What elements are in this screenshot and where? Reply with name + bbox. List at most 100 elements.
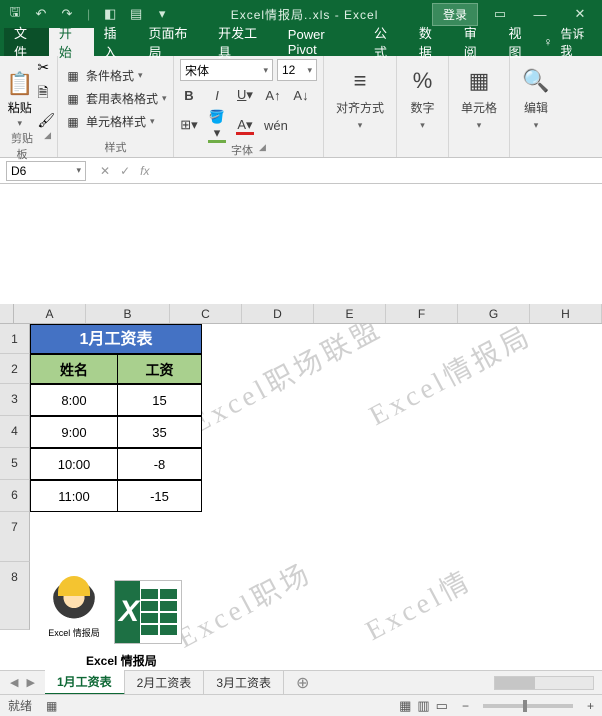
new-icon[interactable]: ▤ — [127, 5, 145, 23]
tab-layout[interactable]: 页面布局 — [138, 28, 208, 56]
fx-icon[interactable]: fx — [140, 164, 149, 178]
data-cell[interactable]: 11:00 — [30, 480, 118, 512]
group-number: % 数字 ▾ — [397, 56, 449, 157]
data-cell[interactable]: 15 — [117, 384, 202, 416]
chevron-down-icon: ▾ — [17, 118, 22, 129]
border-button[interactable]: ⊞▾ — [180, 117, 198, 133]
font-name-select[interactable]: 宋体▾ — [180, 59, 273, 81]
zoom-slider[interactable] — [483, 704, 573, 708]
alignment-button[interactable]: ≡ 对齐方式 ▾ — [330, 59, 390, 131]
new-sheet-button[interactable]: ⊕ — [284, 673, 321, 693]
row-header[interactable]: 7 — [0, 512, 30, 562]
close-icon[interactable]: ✕ — [562, 2, 598, 26]
row-header[interactable]: 3 — [0, 384, 30, 416]
zoom-in-button[interactable]: + — [587, 699, 594, 713]
tab-developer[interactable]: 开发工具 — [208, 28, 278, 56]
italic-button[interactable]: I — [208, 88, 226, 103]
cells-grid[interactable]: 1月工资表 姓名 工资 8:00 15 9:00 35 10:00 -8 11:… — [30, 324, 602, 672]
sheet-tab-3[interactable]: 3月工资表 — [204, 671, 284, 694]
format-painter-icon[interactable]: 🖌 — [37, 112, 55, 129]
horizontal-scrollbar[interactable] — [321, 676, 602, 690]
data-cell[interactable]: 9:00 — [30, 416, 118, 448]
tab-insert[interactable]: 插入 — [94, 28, 139, 56]
number-button[interactable]: % 数字 ▾ — [403, 59, 442, 131]
page-break-icon[interactable]: ▭ — [436, 698, 448, 714]
tab-home[interactable]: 开始 — [49, 28, 94, 56]
row-header[interactable]: 8 — [0, 562, 30, 630]
data-cell[interactable]: 8:00 — [30, 384, 118, 416]
save-icon[interactable]: 🖫 — [6, 5, 24, 23]
underline-button[interactable]: U▾ — [236, 87, 254, 103]
cancel-formula-icon[interactable]: ✕ — [100, 164, 110, 178]
bold-button[interactable]: B — [180, 88, 198, 103]
status-bar: 就绪 ▦ ▦ ▥ ▭ − + — [0, 694, 602, 716]
page-layout-icon[interactable]: ▥ — [417, 698, 429, 714]
cut-icon[interactable]: ✂ — [37, 59, 55, 76]
cells-button[interactable]: ▦ 单元格 ▾ — [455, 59, 503, 131]
confirm-formula-icon[interactable]: ✓ — [120, 164, 130, 178]
sheet-tab-1[interactable]: 1月工资表 — [45, 670, 125, 695]
conditional-format-button[interactable]: ▦条件格式▾ — [64, 67, 167, 84]
increase-font-icon[interactable]: A↑ — [264, 88, 282, 103]
col-header[interactable]: D — [242, 304, 314, 323]
data-cell[interactable]: -15 — [117, 480, 202, 512]
col-header[interactable]: B — [86, 304, 170, 323]
undo-icon[interactable]: ↶ — [32, 5, 50, 23]
tab-nav-next-icon[interactable]: ▶ — [26, 676, 34, 689]
col-header[interactable]: G — [458, 304, 530, 323]
mode-icon[interactable]: ◧ — [101, 5, 119, 23]
data-cell[interactable]: 35 — [117, 416, 202, 448]
dropdown-icon[interactable]: ▾ — [153, 5, 171, 23]
phonetic-button[interactable]: wén — [264, 118, 282, 133]
data-cell[interactable]: 10:00 — [30, 448, 118, 480]
col-header[interactable]: E — [314, 304, 386, 323]
paste-button[interactable]: 📋 粘贴 ▾ — [6, 59, 33, 129]
col-header[interactable]: C — [170, 304, 242, 323]
redo-icon[interactable]: ↷ — [58, 5, 76, 23]
tab-file[interactable]: 文件 — [4, 28, 49, 56]
sheet-tab-2[interactable]: 2月工资表 — [125, 671, 205, 694]
help-icon[interactable]: ♀ — [543, 35, 552, 49]
normal-view-icon[interactable]: ▦ — [399, 698, 411, 714]
row-header[interactable]: 4 — [0, 416, 30, 448]
row-header[interactable]: 6 — [0, 480, 30, 512]
tab-data[interactable]: 数据 — [409, 28, 454, 56]
row-header[interactable]: 5 — [0, 448, 30, 480]
tab-formulas[interactable]: 公式 — [364, 28, 409, 56]
window-title: Excel情报局..xls - Excel — [177, 6, 432, 23]
table-format-button[interactable]: ▦套用表格格式▾ — [64, 90, 167, 107]
percent-icon: % — [413, 67, 433, 95]
zoom-out-button[interactable]: − — [462, 699, 469, 713]
select-all-corner[interactable] — [0, 304, 14, 323]
data-cell[interactable]: -8 — [117, 448, 202, 480]
tab-nav-prev-icon[interactable]: ◀ — [10, 676, 18, 689]
tellme-button[interactable]: 告诉我 — [560, 25, 594, 59]
copy-icon[interactable]: 🗎 — [37, 82, 55, 106]
font-size-select[interactable]: 12▾ — [277, 59, 317, 81]
row-header[interactable]: 2 — [0, 354, 30, 384]
font-color-button[interactable]: A▾ — [236, 117, 254, 133]
header-cell-name[interactable]: 姓名 — [30, 354, 118, 384]
dialog-launcher-icon[interactable]: ◢ — [259, 142, 266, 158]
table-title-cell[interactable]: 1月工资表 — [30, 324, 202, 354]
avatar-logo: Excel 情报局 — [42, 580, 106, 639]
col-header[interactable]: A — [14, 304, 86, 323]
decrease-font-icon[interactable]: A↓ — [292, 88, 310, 103]
font-group-label: 字体 — [231, 142, 253, 158]
tab-powerpivot[interactable]: Power Pivot — [278, 28, 364, 56]
tab-view[interactable]: 视图 — [499, 28, 544, 56]
group-clipboard: 📋 粘贴 ▾ ✂ 🗎 🖌 剪贴板◢ — [0, 56, 58, 157]
cell-styles-button[interactable]: ▦单元格样式▾ — [64, 113, 167, 130]
editing-button[interactable]: 🔍 编辑 ▾ — [516, 59, 556, 131]
col-header[interactable]: H — [530, 304, 602, 323]
tab-review[interactable]: 审阅 — [454, 28, 499, 56]
worksheet-area[interactable]: Excel职场联盟 Excel情报局 Excel职场 Excel情 A B C … — [0, 184, 602, 672]
macro-record-icon[interactable]: ▦ — [46, 699, 57, 713]
col-header[interactable]: F — [386, 304, 458, 323]
row-header[interactable]: 1 — [0, 324, 30, 354]
logo-caption-2: Excel 情报局 — [86, 652, 157, 669]
name-box[interactable]: D6▾ — [6, 161, 86, 181]
header-cell-salary[interactable]: 工资 — [117, 354, 202, 384]
fill-color-button[interactable]: 🪣▾ — [208, 109, 226, 141]
dialog-launcher-icon[interactable]: ◢ — [44, 130, 51, 162]
